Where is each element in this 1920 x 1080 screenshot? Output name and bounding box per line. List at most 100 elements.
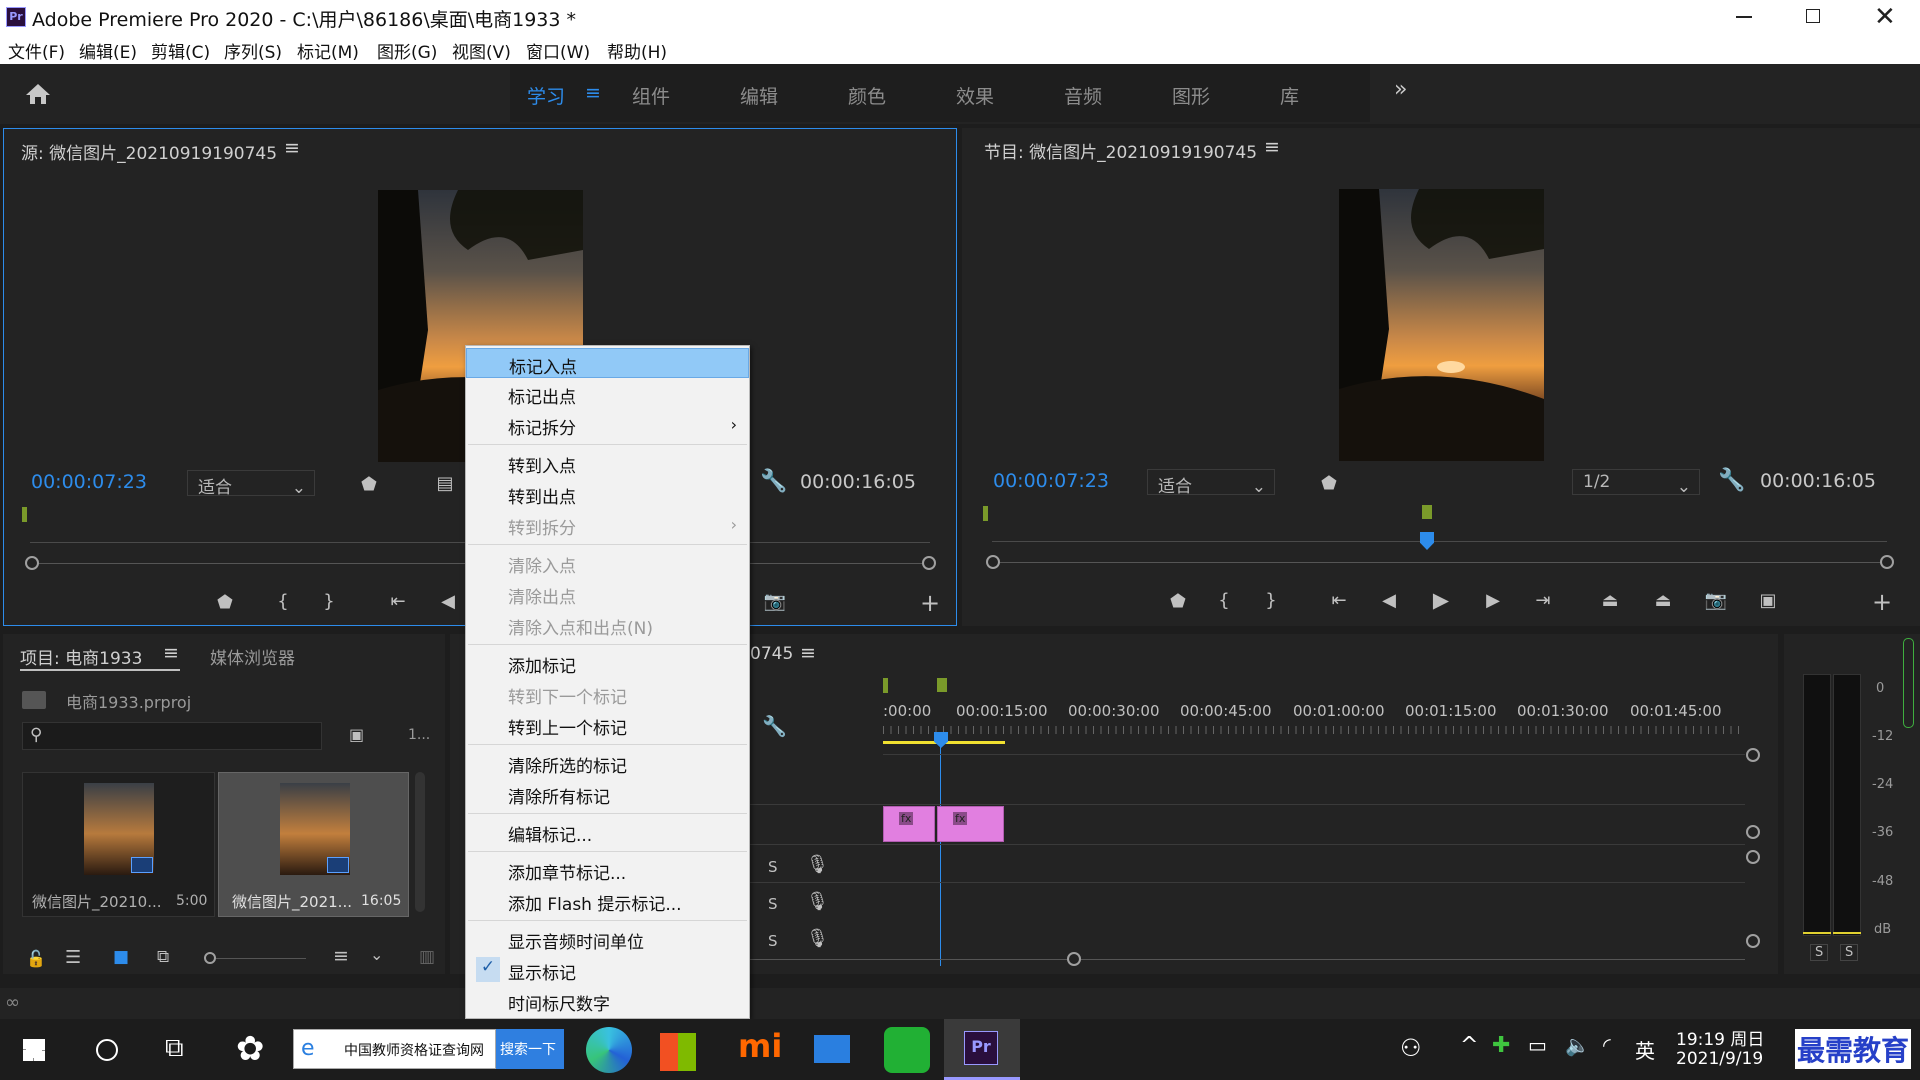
tray-app-icon[interactable]: ✚: [1492, 1033, 1510, 1058]
context-menu-item[interactable]: 添加 Flash 提示标记...: [466, 886, 749, 916]
audio-scroll-handle-bottom[interactable]: [1746, 934, 1760, 948]
menu-markers[interactable]: 标记(M): [297, 38, 359, 63]
context-menu-item[interactable]: 标记出点: [466, 379, 749, 409]
mail-icon[interactable]: [814, 1035, 850, 1063]
project-scrollbar[interactable]: [415, 772, 425, 912]
tab-audio[interactable]: 音频: [1064, 82, 1102, 109]
source-zoom-start-handle[interactable]: [25, 556, 39, 570]
media-browser-tab[interactable]: 媒体浏览器: [210, 644, 295, 669]
solo-right-button[interactable]: S: [1840, 944, 1859, 961]
menu-view[interactable]: 视图(V): [452, 38, 511, 63]
people-icon[interactable]: ⚇: [1400, 1034, 1422, 1062]
marker-icon[interactable]: ⬟: [212, 592, 238, 613]
thumbnail-zoom-handle[interactable]: [204, 952, 216, 964]
program-playhead[interactable]: [1420, 532, 1434, 550]
program-panel-title[interactable]: 节目: 微信图片_20210919190745: [984, 138, 1257, 163]
play-icon[interactable]: ▶: [1428, 588, 1454, 612]
timeline-h-scroll-handle[interactable]: [1067, 952, 1081, 966]
home-icon[interactable]: [24, 82, 52, 106]
wifi-icon[interactable]: ◜: [1603, 1033, 1611, 1057]
program-fit-dropdown[interactable]: 适合 ⌄: [1147, 469, 1275, 497]
timeline-playhead[interactable]: [934, 732, 948, 748]
clock-time[interactable]: 19:19 周日: [1676, 1025, 1764, 1050]
audio-track-1-solo[interactable]: S: [768, 858, 778, 876]
go-to-out-icon[interactable]: ⇥: [1530, 590, 1556, 611]
program-settings-wrench-icon[interactable]: 🔧: [1718, 468, 1745, 493]
menu-sequence[interactable]: 序列(S): [224, 38, 282, 63]
wechat-icon[interactable]: [884, 1027, 930, 1073]
menu-clip[interactable]: 剪辑(C): [151, 38, 210, 63]
drag-video-icon[interactable]: ▤: [432, 473, 458, 494]
program-panel-menu-icon[interactable]: ≡: [1264, 136, 1280, 158]
sort-icon[interactable]: ≡: [333, 945, 349, 967]
menu-window[interactable]: 窗口(W): [526, 38, 590, 63]
program-mark-in-icon[interactable]: {: [1211, 590, 1237, 611]
program-timecode[interactable]: 00:00:07:23: [993, 470, 1109, 492]
source-panel-title[interactable]: 源: 微信图片_20210919190745: [21, 139, 277, 164]
mark-out-icon[interactable]: }: [316, 591, 342, 612]
add-marker-icon[interactable]: ⬟: [356, 474, 382, 495]
video-scroll-handle-bottom[interactable]: [1746, 825, 1760, 839]
solo-left-button[interactable]: S: [1810, 944, 1829, 961]
program-zoom-start-handle[interactable]: [986, 555, 1000, 569]
freeform-view-icon[interactable]: ⧉: [157, 947, 169, 967]
project-search-input[interactable]: [22, 722, 322, 750]
minimize-icon[interactable]: [1736, 16, 1752, 18]
button-editor-plus-icon[interactable]: +: [917, 589, 943, 617]
tab-libraries[interactable]: 库: [1280, 82, 1299, 109]
close-icon[interactable]: ✕: [1874, 2, 1896, 32]
source-timecode[interactable]: 00:00:07:23: [31, 471, 147, 493]
project-item-2[interactable]: 微信图片_2021... 16:05: [218, 772, 409, 917]
extract-icon[interactable]: ⏏: [1650, 590, 1676, 611]
clip-1[interactable]: fx: [883, 806, 935, 842]
project-menu-icon[interactable]: ≡: [163, 642, 179, 664]
context-menu-item[interactable]: 清除所选的标记: [466, 748, 749, 778]
program-step-back-icon[interactable]: ◀: [1376, 590, 1402, 611]
windows-start-icon[interactable]: [23, 1039, 45, 1061]
browser-search-button[interactable]: 搜索一下: [496, 1029, 564, 1069]
audio-scroll-handle-top[interactable]: [1746, 850, 1760, 864]
audio-track-3-solo[interactable]: S: [768, 932, 778, 950]
menu-file[interactable]: 文件(F): [8, 38, 65, 63]
context-menu-item[interactable]: 添加标记: [466, 648, 749, 678]
context-menu-item[interactable]: 转到出点: [466, 479, 749, 509]
program-marker-icon[interactable]: ⬟: [1165, 591, 1191, 612]
program-export-frame-icon[interactable]: 📷: [1703, 590, 1729, 611]
clock-date[interactable]: 2021/9/19: [1676, 1049, 1763, 1069]
go-to-in-icon[interactable]: ⇤: [385, 591, 411, 612]
list-view-icon[interactable]: ☰: [65, 947, 81, 968]
timeline-title[interactable]: 0745: [750, 644, 793, 664]
timeline-menu-icon[interactable]: ≡: [800, 642, 816, 664]
tab-graphics[interactable]: 图形: [1172, 82, 1210, 109]
search-circle-icon[interactable]: [96, 1039, 118, 1061]
playback-resolution-dropdown[interactable]: 1/2 ⌄: [1572, 469, 1700, 497]
menu-help[interactable]: 帮助(H): [607, 38, 667, 63]
meter-scrollbar[interactable]: [1903, 638, 1914, 728]
program-go-to-in-icon[interactable]: ⇤: [1326, 590, 1352, 611]
sort-chevron-down-icon[interactable]: ⌄: [370, 945, 383, 964]
settings-wrench-icon[interactable]: 🔧: [760, 469, 787, 494]
tab-learning[interactable]: 学习: [527, 82, 565, 109]
mi-icon[interactable]: mi: [738, 1027, 782, 1065]
program-add-marker-icon[interactable]: ⬟: [1316, 473, 1342, 494]
tray-expand-icon[interactable]: ^: [1460, 1033, 1478, 1058]
menu-edit[interactable]: 编辑(E): [79, 38, 137, 63]
edge-icon[interactable]: [586, 1027, 632, 1073]
context-menu-item[interactable]: 清除所有标记: [466, 779, 749, 809]
video-scroll-handle-top[interactable]: [1746, 748, 1760, 762]
export-frame-icon[interactable]: 📷: [762, 591, 788, 612]
store-icon[interactable]: [660, 1033, 696, 1071]
step-forward-icon[interactable]: ▶: [1480, 590, 1506, 611]
timeline-settings-wrench-icon[interactable]: 🔧: [762, 714, 787, 738]
context-menu-item[interactable]: 标记拆分 ›: [466, 410, 749, 440]
new-bin-from-search-icon[interactable]: ▣: [349, 725, 364, 744]
volume-icon[interactable]: 🔈: [1565, 1033, 1590, 1057]
battery-icon[interactable]: ▭: [1528, 1033, 1547, 1057]
context-menu-item[interactable]: 转到入点: [466, 448, 749, 478]
program-button-editor-plus-icon[interactable]: +: [1869, 588, 1895, 616]
tab-assembly[interactable]: 组件: [632, 82, 670, 109]
context-menu-item[interactable]: 转到上一个标记: [466, 710, 749, 740]
premiere-taskbar-button[interactable]: Pr: [944, 1019, 1020, 1080]
creative-cloud-icon[interactable]: ∞: [5, 992, 20, 1013]
context-menu-item[interactable]: 显示音频时间单位: [466, 924, 749, 954]
